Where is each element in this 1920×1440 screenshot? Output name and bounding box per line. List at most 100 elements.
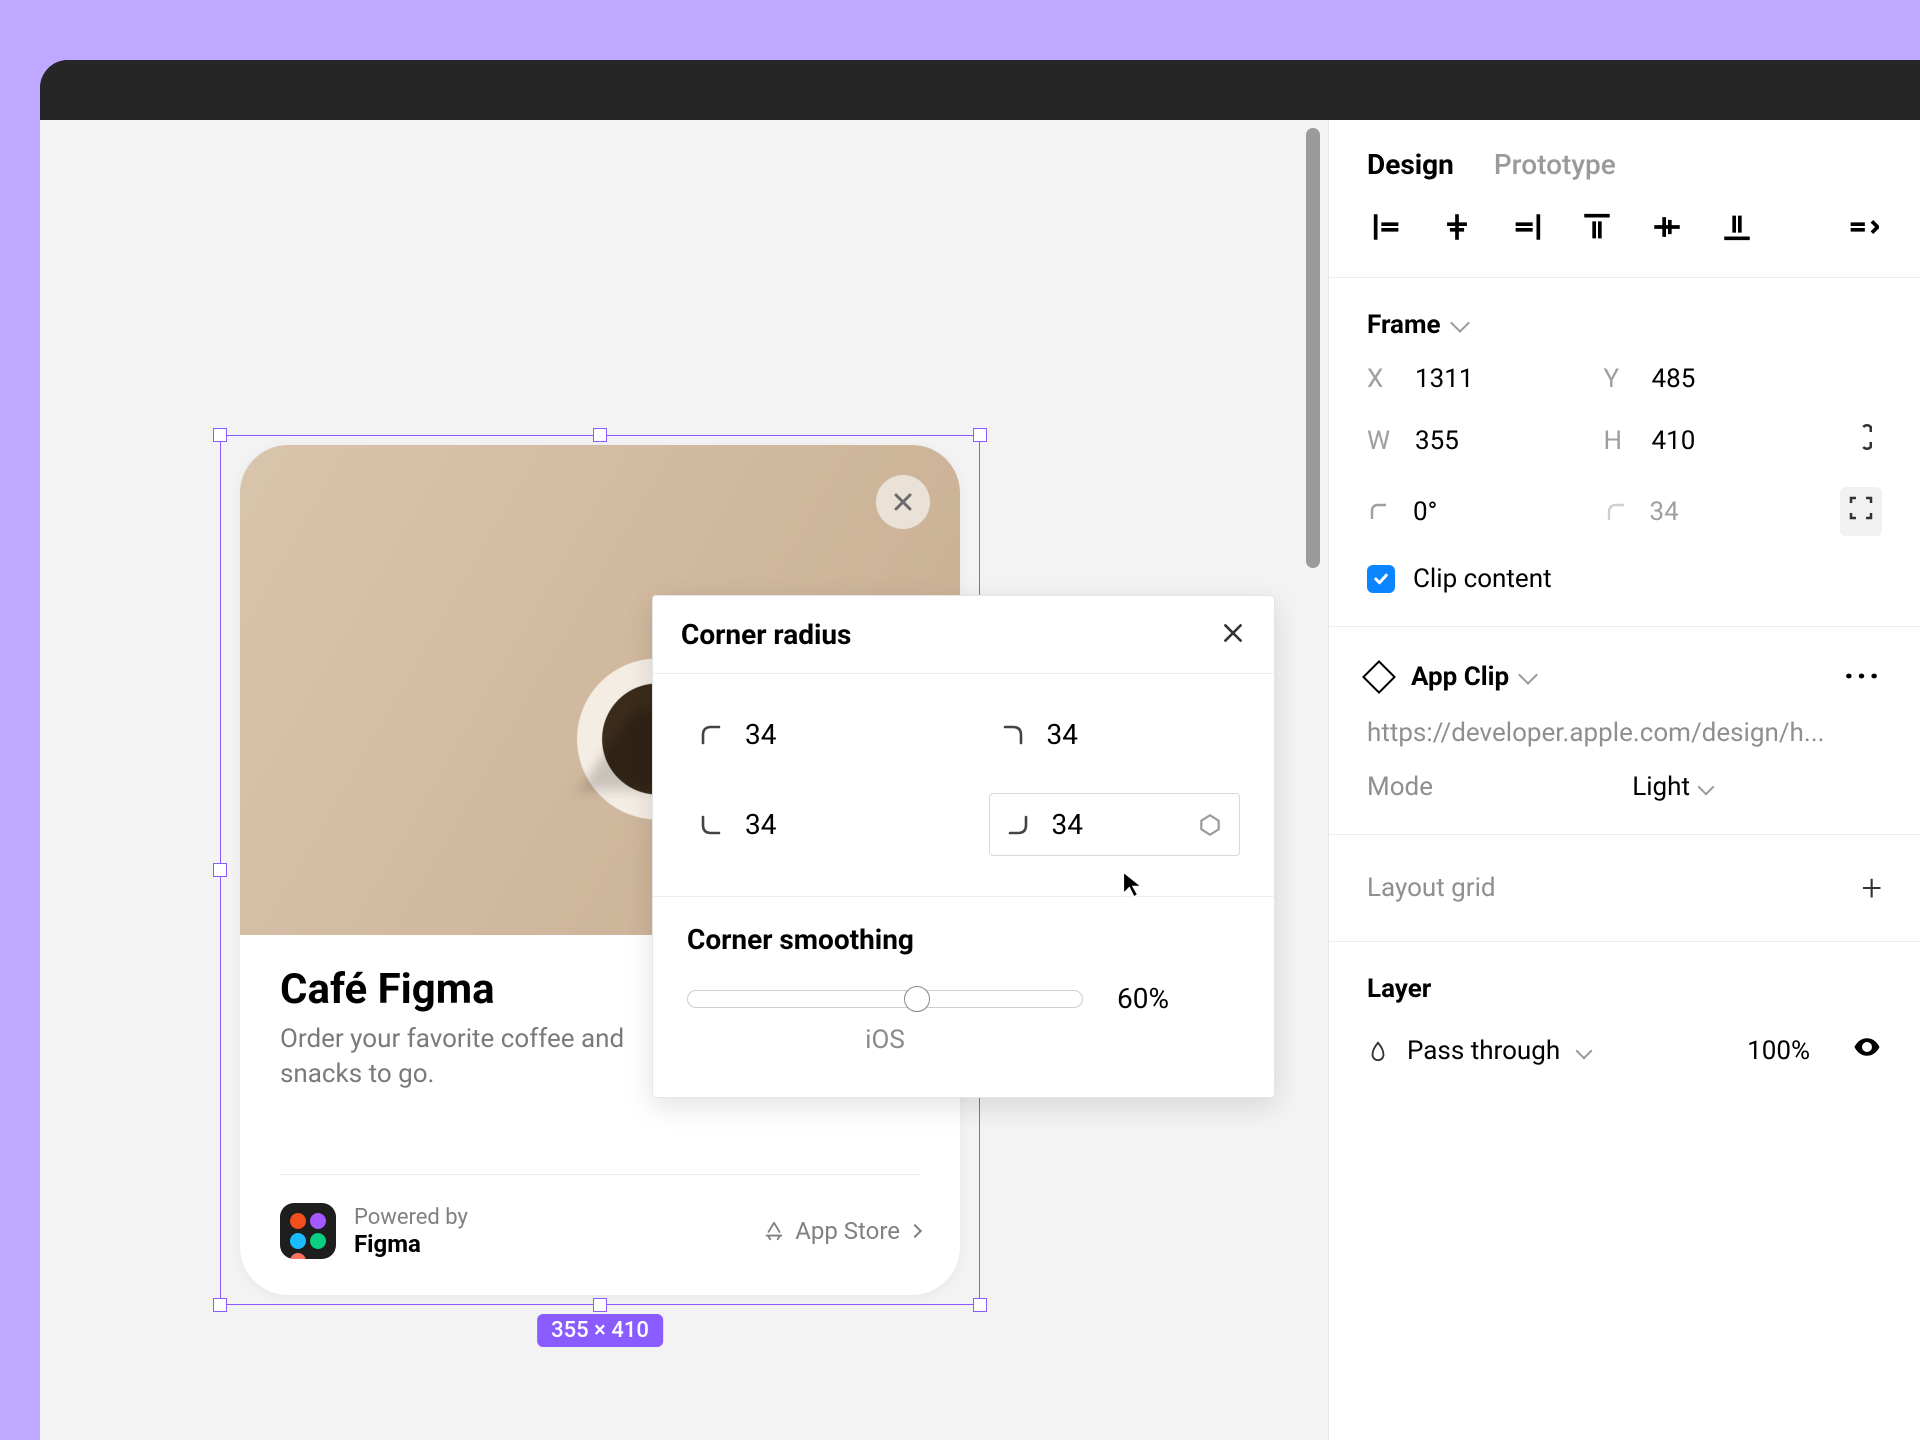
mode-label: Mode	[1367, 772, 1433, 802]
corner-bl-field[interactable]: 34	[687, 793, 939, 856]
close-icon	[891, 490, 915, 514]
align-hcenter-icon	[1440, 210, 1474, 244]
independent-corners-icon	[1846, 493, 1876, 523]
chevron-down-icon[interactable]	[1518, 665, 1538, 685]
tab-design[interactable]: Design	[1367, 148, 1454, 181]
visibility-toggle[interactable]	[1852, 1032, 1882, 1069]
rotation-icon	[1367, 500, 1391, 524]
selection-dimensions: 355 × 410	[537, 1314, 663, 1347]
clip-content-checkbox[interactable]	[1367, 565, 1395, 593]
w-field[interactable]: W355	[1367, 426, 1584, 456]
clip-content-label: Clip content	[1413, 564, 1552, 594]
corner-radius-popup: Corner radius 34 34	[652, 595, 1275, 1098]
y-field[interactable]: Y485	[1604, 364, 1821, 394]
align-right-icon	[1510, 210, 1544, 244]
alignment-row	[1329, 207, 1920, 278]
chevron-down-icon[interactable]	[1450, 313, 1470, 333]
corner-tr-value: 34	[1047, 718, 1078, 751]
constrain-proportions-button[interactable]	[1852, 422, 1882, 459]
layout-grid-section: Layout grid +	[1329, 835, 1920, 942]
app-store-label: App Store	[795, 1217, 900, 1245]
frame-section-title: Frame	[1367, 310, 1441, 340]
chevron-down-icon	[1576, 1042, 1593, 1059]
frame-section: Frame X1311 Y485 W355 H410 0°	[1329, 278, 1920, 627]
align-right-button[interactable]	[1507, 207, 1547, 247]
smoothing-value: 60%	[1117, 982, 1169, 1015]
card-footer: Powered by Figma App Store	[280, 1174, 920, 1259]
align-vcenter-button[interactable]	[1647, 207, 1687, 247]
eye-icon	[1852, 1032, 1882, 1062]
app-store-link[interactable]: App Store	[763, 1217, 920, 1245]
smoothing-label: Corner smoothing	[687, 923, 1240, 956]
layer-section-title: Layer	[1367, 974, 1882, 1004]
figma-logo	[280, 1203, 336, 1259]
corner-bl-icon	[699, 813, 723, 837]
align-more-button[interactable]	[1842, 207, 1882, 247]
appstore-icon	[763, 1220, 785, 1242]
opacity-field[interactable]: 100%	[1747, 1036, 1810, 1066]
appclip-link[interactable]: https://developer.apple.com/design/h...	[1367, 718, 1882, 748]
add-layout-grid-button[interactable]: +	[1862, 867, 1882, 909]
corner-tl-icon	[699, 723, 723, 747]
layer-section: Layer Pass through 100%	[1329, 942, 1920, 1101]
radius-field[interactable]: 34	[1604, 497, 1821, 527]
resize-handle-bl[interactable]	[213, 1298, 227, 1312]
align-distribute-icon	[1845, 210, 1879, 244]
card-brand: Figma	[354, 1230, 468, 1258]
resize-handle-tl[interactable]	[213, 428, 227, 442]
diamond-icon	[1362, 660, 1396, 694]
check-icon	[1372, 570, 1390, 588]
corner-tr-icon	[1001, 723, 1025, 747]
blend-icon	[1367, 1040, 1389, 1062]
align-hcenter-button[interactable]	[1437, 207, 1477, 247]
more-button[interactable]: ···	[1844, 659, 1882, 694]
card-subtitle: Order your favorite coffee and snacks to…	[280, 1022, 700, 1092]
popup-close-button[interactable]	[1220, 620, 1246, 650]
corner-tr-field[interactable]: 34	[989, 710, 1241, 759]
align-left-button[interactable]	[1367, 207, 1407, 247]
titlebar	[40, 60, 1920, 120]
resize-handle-br[interactable]	[973, 1298, 987, 1312]
corner-br-value: 34	[1052, 808, 1083, 841]
align-vcenter-icon	[1650, 210, 1684, 244]
rotation-field[interactable]: 0°	[1367, 497, 1584, 527]
corner-br-icon	[1006, 813, 1030, 837]
chevron-down-icon	[1698, 779, 1715, 796]
align-left-icon	[1370, 210, 1404, 244]
app-window: Café Figma Order your favorite coffee an…	[40, 60, 1920, 1440]
h-field[interactable]: H410	[1604, 426, 1821, 456]
independent-corners-button[interactable]	[1840, 487, 1882, 536]
resize-handle-tr[interactable]	[973, 428, 987, 442]
hexagon-icon[interactable]	[1197, 812, 1223, 838]
align-top-icon	[1580, 210, 1614, 244]
tab-prototype[interactable]: Prototype	[1494, 148, 1616, 181]
smoothing-tag: iOS	[687, 1025, 1083, 1055]
chevron-right-icon	[908, 1224, 922, 1238]
mode-select[interactable]: Light	[1632, 772, 1712, 802]
card-powered-by: Powered by	[354, 1205, 468, 1230]
layout-grid-label: Layout grid	[1367, 873, 1496, 903]
resize-handle-tc[interactable]	[593, 428, 607, 442]
slider-thumb[interactable]	[904, 986, 930, 1012]
resize-handle-bc[interactable]	[593, 1298, 607, 1312]
link-icon	[1852, 422, 1882, 452]
smoothing-slider[interactable]	[687, 990, 1083, 1008]
workspace: Café Figma Order your favorite coffee an…	[40, 120, 1920, 1440]
x-field[interactable]: X1311	[1367, 364, 1584, 394]
close-icon	[1220, 620, 1246, 646]
align-bottom-button[interactable]	[1717, 207, 1757, 247]
blend-mode-select[interactable]: Pass through	[1407, 1036, 1560, 1066]
appclip-section: App Clip ··· https://developer.apple.com…	[1329, 627, 1920, 835]
popup-title: Corner radius	[681, 618, 851, 651]
card-close-button[interactable]	[876, 475, 930, 529]
corner-br-field[interactable]: 34	[989, 793, 1241, 856]
canvas[interactable]: Café Figma Order your favorite coffee an…	[40, 120, 1328, 1440]
scrollbar[interactable]	[1306, 128, 1320, 568]
corner-tl-field[interactable]: 34	[687, 710, 939, 759]
inspector-tabs: Design Prototype	[1329, 120, 1920, 207]
resize-handle-ml[interactable]	[213, 863, 227, 877]
corner-bl-value: 34	[745, 808, 776, 841]
appclip-section-title: App Clip	[1411, 662, 1509, 692]
align-bottom-icon	[1720, 210, 1754, 244]
align-top-button[interactable]	[1577, 207, 1617, 247]
